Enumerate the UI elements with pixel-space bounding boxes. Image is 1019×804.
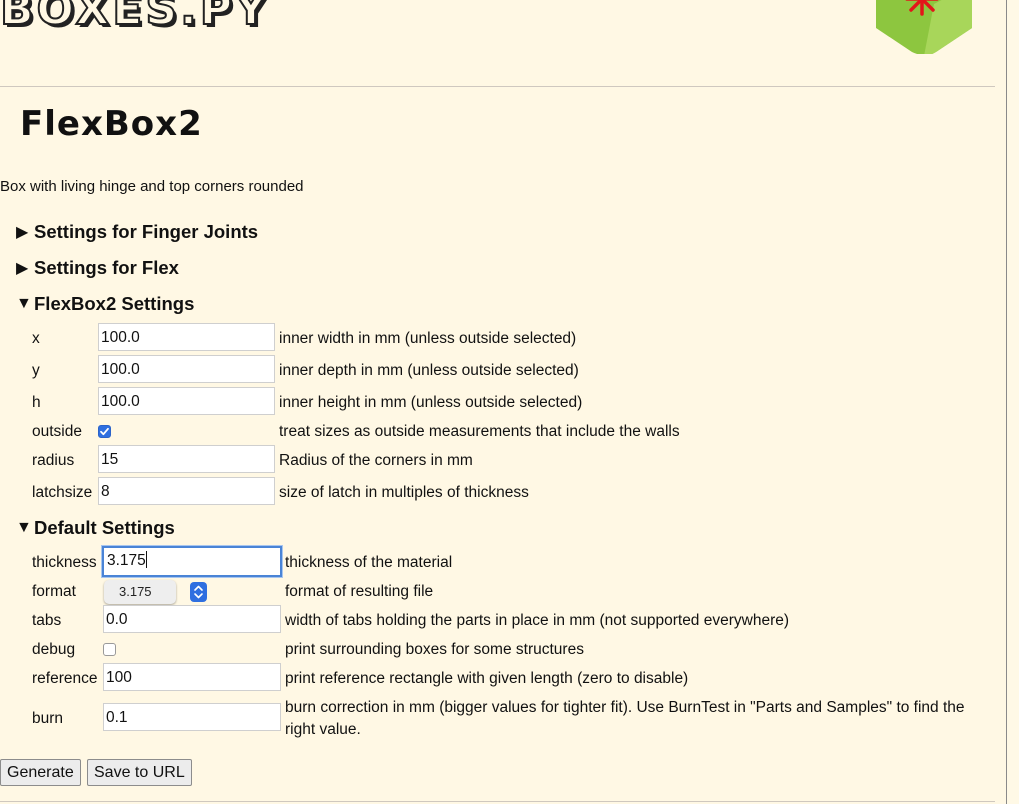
y-description: inner depth in mm (unless outside select… — [279, 362, 579, 379]
reference-description: print reference rectangle with given len… — [285, 670, 689, 687]
burn-label: burn — [32, 710, 64, 727]
latchsize-label: latchsize — [32, 484, 93, 501]
triangle-right-icon: ▶ — [16, 260, 29, 277]
thickness-input[interactable]: 3.175 — [102, 546, 282, 577]
page: BOXES.PY FlexBox2 Box with living hinge … — [0, 0, 1007, 804]
y-label: y — [32, 362, 40, 379]
boxes-badge-icon[interactable] — [874, 0, 976, 54]
footer-divider — [0, 801, 995, 802]
triangle-right-icon: ▶ — [16, 224, 29, 241]
section-defaults-title: Default Settings — [34, 517, 175, 538]
triangle-down-icon: ▼ — [16, 295, 32, 312]
debug-description: print surrounding boxes for some structu… — [285, 641, 584, 658]
chevron-up-down-icon — [194, 585, 203, 599]
format-description: format of resulting file — [285, 583, 434, 600]
burn-description-line1: burn correction in mm (bigger values for… — [285, 699, 965, 716]
thickness-description: thickness of the material — [285, 554, 453, 571]
section-flexbox2-toggle[interactable]: ▼ FlexBox2 Settings — [16, 293, 194, 315]
debug-label: debug — [32, 641, 76, 658]
latchsize-description: size of latch in multiples of thickness — [279, 484, 529, 501]
outside-checkbox[interactable] — [98, 425, 111, 438]
section-finger-joints-title: Settings for Finger Joints — [34, 221, 259, 242]
checkmark-icon — [100, 427, 109, 436]
format-select-stepper[interactable] — [190, 582, 207, 602]
save-to-url-button[interactable]: Save to URL — [87, 759, 192, 786]
section-flexbox2-title: FlexBox2 Settings — [34, 293, 195, 314]
tabs-label: tabs — [32, 612, 62, 629]
page-title: FlexBox2 — [20, 104, 203, 144]
reference-input[interactable]: 100 — [103, 663, 281, 691]
y-input[interactable]: 100.0 — [98, 355, 275, 383]
x-input[interactable]: 100.0 — [98, 323, 275, 351]
outside-description: treat sizes as outside measurements that… — [279, 423, 680, 440]
h-label: h — [32, 394, 41, 411]
page-description: Box with living hinge and top corners ro… — [0, 178, 304, 195]
generate-button[interactable]: Generate — [0, 759, 81, 786]
boxes-py-logo[interactable]: BOXES.PY — [0, 0, 270, 36]
tabs-description: width of tabs holding the parts in place… — [285, 612, 790, 629]
text-caret — [145, 551, 147, 568]
format-label: format — [32, 583, 76, 600]
x-label: x — [32, 330, 40, 347]
x-description: inner width in mm (unless outside select… — [279, 330, 577, 347]
outside-label: outside — [32, 423, 82, 440]
triangle-down-icon: ▼ — [16, 519, 32, 536]
burn-description-line2: right value. — [285, 721, 361, 738]
radius-input[interactable]: 15 — [98, 445, 275, 473]
section-finger-joints-toggle[interactable]: ▶ Settings for Finger Joints — [16, 221, 258, 243]
tabs-input[interactable]: 0.0 — [103, 605, 281, 633]
section-flex-title: Settings for Flex — [34, 257, 179, 278]
burn-input[interactable]: 0.1 — [103, 703, 281, 731]
section-defaults-toggle[interactable]: ▼ Default Settings — [16, 517, 175, 539]
h-description: inner height in mm (unless outside selec… — [279, 394, 583, 411]
thickness-value: 3.175 — [107, 552, 146, 569]
radius-label: radius — [32, 452, 75, 469]
header-divider — [0, 86, 995, 87]
section-flex-toggle[interactable]: ▶ Settings for Flex — [16, 257, 179, 279]
radius-description: Radius of the corners in mm — [279, 452, 473, 469]
latchsize-input[interactable]: 8 — [98, 477, 275, 505]
format-select[interactable]: 3.175 — [104, 580, 176, 604]
h-input[interactable]: 100.0 — [98, 387, 275, 415]
thickness-label: thickness — [32, 554, 97, 571]
reference-label: reference — [32, 670, 98, 687]
debug-checkbox[interactable] — [103, 643, 116, 656]
